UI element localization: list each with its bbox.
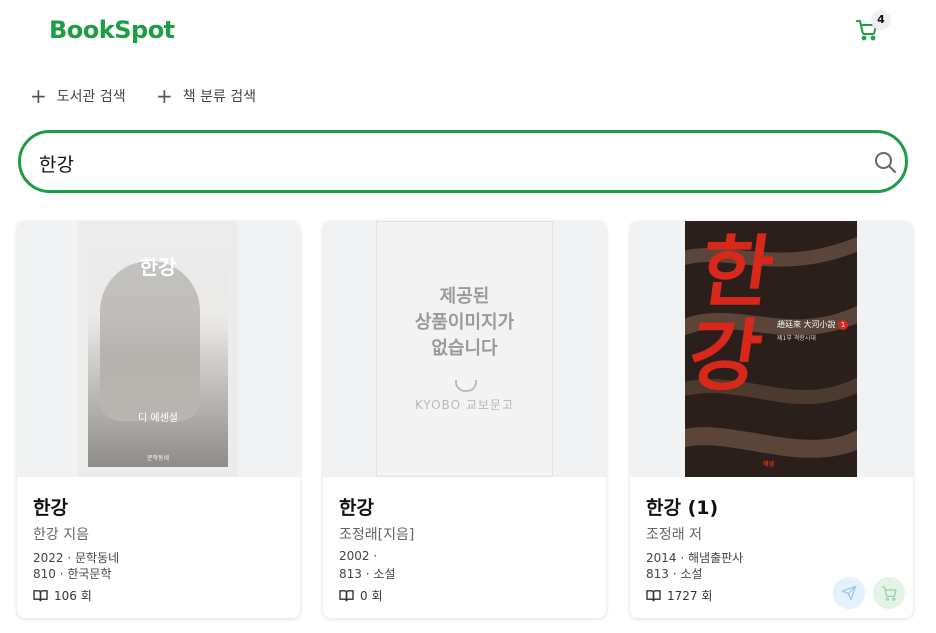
kyobo-logo-text: KYOBO 교보문고 (414, 398, 514, 412)
cover-publisher: 해냄 (763, 461, 775, 468)
cover-small-text: 디 에센셜 (138, 413, 178, 424)
book-cover-area: 제공된 상품이미지가 없습니다 KYOBO 교보문고 (323, 221, 606, 477)
cover-title: 한강 (685, 227, 792, 402)
book-cover: 한강 디 에센셜 문학동네 (78, 221, 238, 477)
library-search-label: 도서관 검색 (56, 89, 126, 105)
placeholder-line-3: 없습니다 (431, 338, 498, 359)
cover-publisher: 문학동네 (146, 455, 170, 462)
book-year-publisher: 2022 · 문학동네 (33, 551, 120, 565)
search-bar (18, 130, 908, 193)
book-cover-area: 한강 趙廷來 大河小說 1 제1부 격랑시대 해냄 (630, 221, 913, 477)
library-search-link[interactable]: + 도서관 검색 (30, 86, 126, 106)
book-title: 한강 (33, 497, 68, 519)
category-search-link[interactable]: + 책 분류 검색 (156, 86, 256, 106)
book-card[interactable]: 한강 趙廷來 大河小說 1 제1부 격랑시대 해냄 한강 (1) 조정래 저 2… (630, 221, 913, 618)
search-input[interactable] (37, 146, 841, 180)
header: BookSpot 4 (0, 0, 936, 64)
send-button[interactable] (833, 577, 865, 609)
book-icon (33, 590, 48, 602)
cart-icon (881, 585, 897, 601)
book-year-publisher: 2002 · (339, 549, 378, 563)
book-views: 106 회 (33, 587, 92, 604)
placeholder-line-2: 상품이미지가 (414, 312, 515, 333)
book-title: 한강 (1) (646, 497, 719, 519)
cover-title: 한강 (139, 255, 177, 279)
add-to-cart-button[interactable] (873, 577, 905, 609)
placeholder-line-1: 제공된 (439, 286, 490, 307)
book-author: 조정래[지음] (339, 527, 415, 543)
views-count: 0 회 (360, 589, 383, 603)
send-icon (841, 585, 857, 601)
plus-icon: + (156, 84, 173, 108)
book-classification: 813 · 소설 (646, 567, 703, 581)
book-title: 한강 (339, 497, 374, 519)
cart-button[interactable]: 4 (855, 10, 891, 46)
book-views: 0 회 (339, 587, 383, 604)
book-author: 조정래 저 (646, 527, 702, 543)
kyobo-logo-icon (455, 380, 477, 392)
book-classification: 813 · 소설 (339, 567, 396, 581)
book-icon (646, 590, 661, 602)
category-search-label: 책 분류 검색 (182, 89, 257, 105)
book-card[interactable]: 제공된 상품이미지가 없습니다 KYOBO 교보문고 한강 조정래[지음] 20… (323, 221, 606, 618)
book-cover-placeholder: 제공된 상품이미지가 없습니다 KYOBO 교보문고 (376, 221, 553, 477)
book-year-publisher: 2014 · 해냄출판사 (646, 551, 744, 565)
book-classification: 810 · 한국문학 (33, 567, 112, 581)
cover-subtitle: 제1부 격랑시대 (777, 335, 816, 342)
views-count: 106 회 (54, 589, 92, 603)
book-icon (339, 590, 354, 602)
cover-series: 趙廷來 大河小說 1 (777, 319, 849, 330)
plus-icon: + (30, 84, 47, 108)
book-cover-area: 한강 디 에센셜 문학동네 (17, 221, 300, 477)
brand-logo[interactable]: BookSpot (49, 16, 175, 44)
cart-count-badge: 4 (871, 10, 891, 30)
book-views: 1727 회 (646, 587, 712, 604)
search-icon[interactable] (873, 150, 897, 174)
book-card[interactable]: 한강 디 에센셜 문학동네 한강 한강 지음 2022 · 문학동네 810 ·… (17, 221, 300, 618)
views-count: 1727 회 (667, 589, 713, 603)
book-author: 한강 지음 (33, 527, 89, 543)
book-cover: 한강 趙廷來 大河小說 1 제1부 격랑시대 해냄 (685, 221, 857, 477)
